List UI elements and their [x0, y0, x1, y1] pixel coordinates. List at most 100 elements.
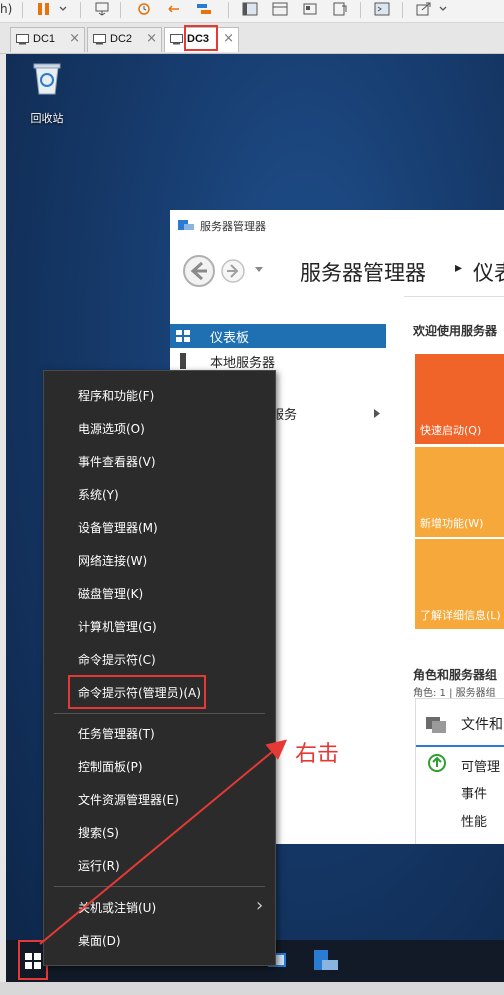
- highlight-box-admin-prompt: [68, 675, 206, 709]
- menu-item-disk-management[interactable]: 磁盘管理(K): [44, 577, 275, 610]
- annotation-label: 右击: [295, 742, 340, 767]
- toolbar-separator: [120, 2, 121, 18]
- roles-heading: 角色和服务器组: [413, 668, 498, 682]
- menu-item-file-explorer[interactable]: 文件资源管理器(E): [44, 783, 275, 816]
- view-fullscreen-icon[interactable]: [272, 2, 288, 16]
- menu-item-run[interactable]: 运行(R): [44, 849, 275, 882]
- revert-icon[interactable]: [166, 2, 182, 16]
- page-title: 服务器管理器: [300, 261, 426, 285]
- menu-item-label: 命令提示符(C): [78, 653, 156, 667]
- status-up-icon: [428, 754, 446, 772]
- menu-item-power-options[interactable]: 电源选项(O): [44, 412, 275, 445]
- recycle-bin-shortcut[interactable]: 回收站: [24, 60, 70, 126]
- menu-item-shutdown-signout[interactable]: 关机或注销(U) ›: [44, 891, 275, 924]
- menu-item-label: 磁盘管理(K): [78, 587, 144, 601]
- close-icon[interactable]: ×: [223, 31, 234, 46]
- tab-dc1[interactable]: DC1 ×: [10, 27, 85, 52]
- back-arrow-icon[interactable]: [182, 254, 216, 288]
- menu-item-event-viewer[interactable]: 事件查看器(V): [44, 445, 275, 478]
- menu-item-command-prompt[interactable]: 命令提示符(C): [44, 643, 275, 676]
- nav-item-dashboard[interactable]: 仪表板: [170, 324, 386, 348]
- tile-whats-new[interactable]: 新增功能(W): [415, 447, 504, 537]
- snapshot-icon[interactable]: [136, 2, 152, 16]
- dashboard-icon: [176, 330, 190, 342]
- dashboard-content: 欢迎使用服务器 快速启动(Q) 新增功能(W) 了解详细信息(L) 角色和服务器…: [404, 296, 504, 844]
- winx-context-menu: 程序和功能(F) 电源选项(O) 事件查看器(V) 系统(Y) 设备管理器(M)…: [43, 370, 276, 966]
- menu-item-label: 关机或注销(U): [78, 901, 157, 915]
- server-manager-taskbar-icon[interactable]: [310, 946, 340, 976]
- forward-arrow-icon[interactable]: [220, 258, 246, 284]
- menu-item-label: 桌面(D): [78, 934, 121, 948]
- menu-item-search[interactable]: 搜索(S): [44, 816, 275, 849]
- tab-label: DC1: [33, 33, 56, 45]
- vm-tab-strip: DC1 × DC2 × DC3 ×: [0, 23, 504, 54]
- menu-item-label: 文件资源管理器(E): [78, 793, 179, 807]
- menu-item-control-panel[interactable]: 控制面板(P): [44, 750, 275, 783]
- server-manager-header: 服务器管理器 ▸ 仪表: [170, 240, 504, 297]
- role-card-title: 文件和: [461, 717, 503, 733]
- tab-dc2[interactable]: DC2 ×: [87, 27, 162, 52]
- host-status-bar: [0, 982, 504, 995]
- menu-item-computer-management[interactable]: 计算机管理(G): [44, 610, 275, 643]
- welcome-heading: 欢迎使用服务器: [413, 324, 498, 338]
- dropdown-arrow-icon[interactable]: [58, 2, 68, 16]
- recycle-bin-label: 回收站: [30, 112, 64, 125]
- file-services-icon: [426, 717, 446, 733]
- menu-item-device-manager[interactable]: 设备管理器(M): [44, 511, 275, 544]
- window-titlebar[interactable]: 服务器管理器: [170, 210, 504, 241]
- nav-label: 仪表板: [210, 331, 250, 346]
- close-icon[interactable]: ×: [146, 31, 157, 46]
- toolbar-separator: [80, 2, 81, 18]
- role-status-label[interactable]: 事件: [461, 783, 487, 802]
- menu-item-label: 搜索(S): [78, 826, 119, 840]
- dropdown-arrow-icon[interactable]: [438, 2, 448, 16]
- tile-label: 快速启动(Q): [420, 424, 482, 437]
- tile-label: 新增功能(W): [420, 517, 484, 530]
- close-icon[interactable]: ×: [69, 31, 80, 46]
- submenu-arrow-icon: ›: [256, 895, 264, 916]
- send-keys-icon[interactable]: [94, 2, 110, 16]
- role-status-label[interactable]: 性能: [461, 811, 487, 830]
- menu-separator: [54, 886, 265, 887]
- console-view-icon[interactable]: [374, 2, 390, 16]
- vm-icon: [16, 34, 29, 45]
- toolbar-separator: [360, 2, 361, 18]
- menu-item-programs-features[interactable]: 程序和功能(F): [44, 379, 275, 412]
- snapshot-manager-icon[interactable]: [196, 2, 212, 16]
- breadcrumb-separator: ▸: [455, 260, 463, 276]
- toolbar-cutoff-text: h): [0, 2, 13, 16]
- recycle-bin-icon: [33, 63, 61, 95]
- menu-item-label: 网络连接(W): [78, 554, 148, 568]
- server-icon: [180, 353, 186, 369]
- roles-subheading: 角色: 1 | 服务器组: [413, 688, 496, 699]
- view-normal-icon[interactable]: [242, 2, 258, 16]
- vm-icon: [93, 34, 106, 45]
- server-manager-icon: [178, 220, 194, 230]
- menu-item-label: 计算机管理(G): [78, 620, 157, 634]
- role-card[interactable]: 文件和 可管理 事件 性能: [415, 698, 504, 844]
- vm-icon: [170, 34, 183, 45]
- menu-item-task-manager[interactable]: 任务管理器(T): [44, 717, 275, 750]
- menu-item-label: 事件查看器(V): [78, 455, 156, 469]
- menu-item-label: 程序和功能(F): [78, 389, 155, 403]
- highlight-box-tab: [184, 25, 218, 51]
- history-dropdown-icon[interactable]: [254, 266, 264, 274]
- view-unity-icon[interactable]: [302, 2, 318, 16]
- role-card-divider: [416, 745, 504, 747]
- view-stretch-icon[interactable]: [332, 2, 348, 16]
- menu-item-label: 系统(Y): [78, 488, 119, 502]
- menu-separator: [54, 713, 265, 714]
- tab-label: DC2: [110, 33, 133, 45]
- menu-item-network-connections[interactable]: 网络连接(W): [44, 544, 275, 577]
- fit-window-icon[interactable]: [416, 2, 432, 16]
- tile-learn-more[interactable]: 了解详细信息(L): [415, 539, 504, 629]
- expand-arrow-icon[interactable]: [374, 409, 380, 418]
- toolbar-separator: [22, 2, 23, 18]
- menu-item-system[interactable]: 系统(Y): [44, 478, 275, 511]
- menu-item-desktop[interactable]: 桌面(D): [44, 924, 275, 957]
- tile-label: 了解详细信息(L): [420, 609, 501, 622]
- tile-quick-start[interactable]: 快速启动(Q): [415, 354, 504, 444]
- menu-item-label: 任务管理器(T): [78, 727, 155, 741]
- pause-icon[interactable]: [36, 2, 52, 16]
- role-status-label[interactable]: 可管理: [461, 756, 500, 775]
